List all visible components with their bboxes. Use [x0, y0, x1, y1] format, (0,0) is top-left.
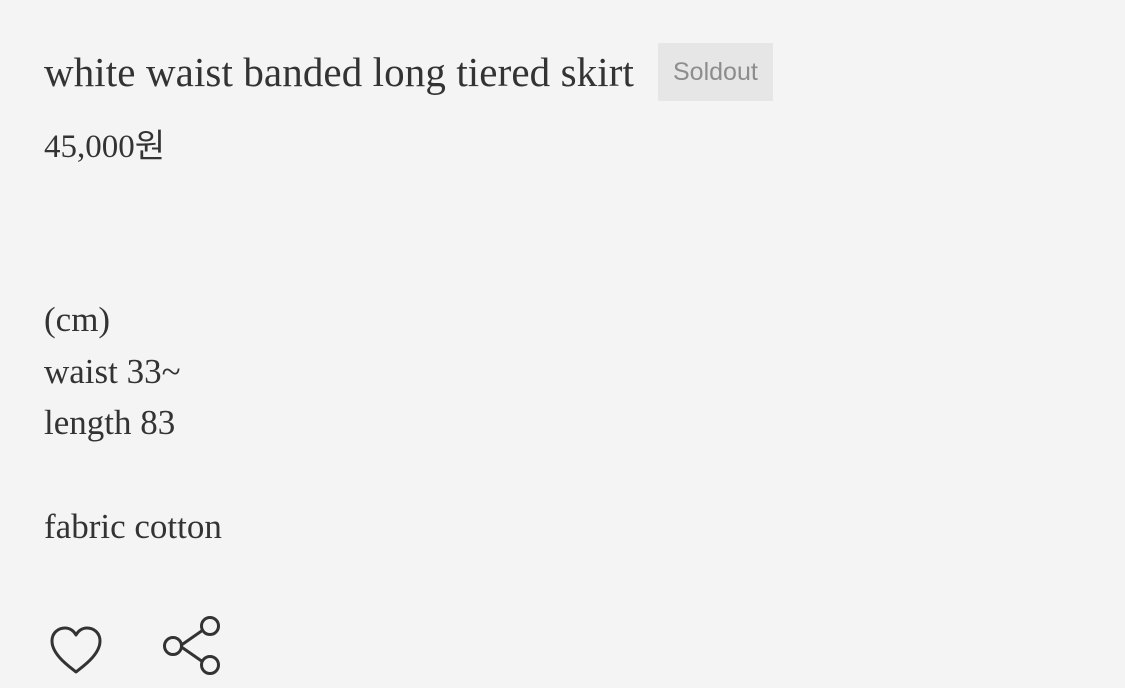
product-header: white waist banded long tiered skirt Sol…	[44, 42, 773, 102]
share-icon	[163, 616, 220, 675]
like-button[interactable]	[48, 624, 104, 676]
heart-icon	[50, 626, 102, 674]
soldout-badge: Soldout	[658, 43, 773, 101]
waist-measurement: waist 33~	[44, 352, 181, 391]
length-measurement: length 83	[44, 403, 176, 442]
share-button[interactable]	[159, 614, 225, 678]
measurement-unit: (cm)	[44, 300, 111, 339]
fabric-info: fabric cotton	[44, 507, 222, 546]
product-price: 45,000원	[44, 129, 166, 165]
product-title: white waist banded long tiered skirt	[44, 49, 634, 95]
